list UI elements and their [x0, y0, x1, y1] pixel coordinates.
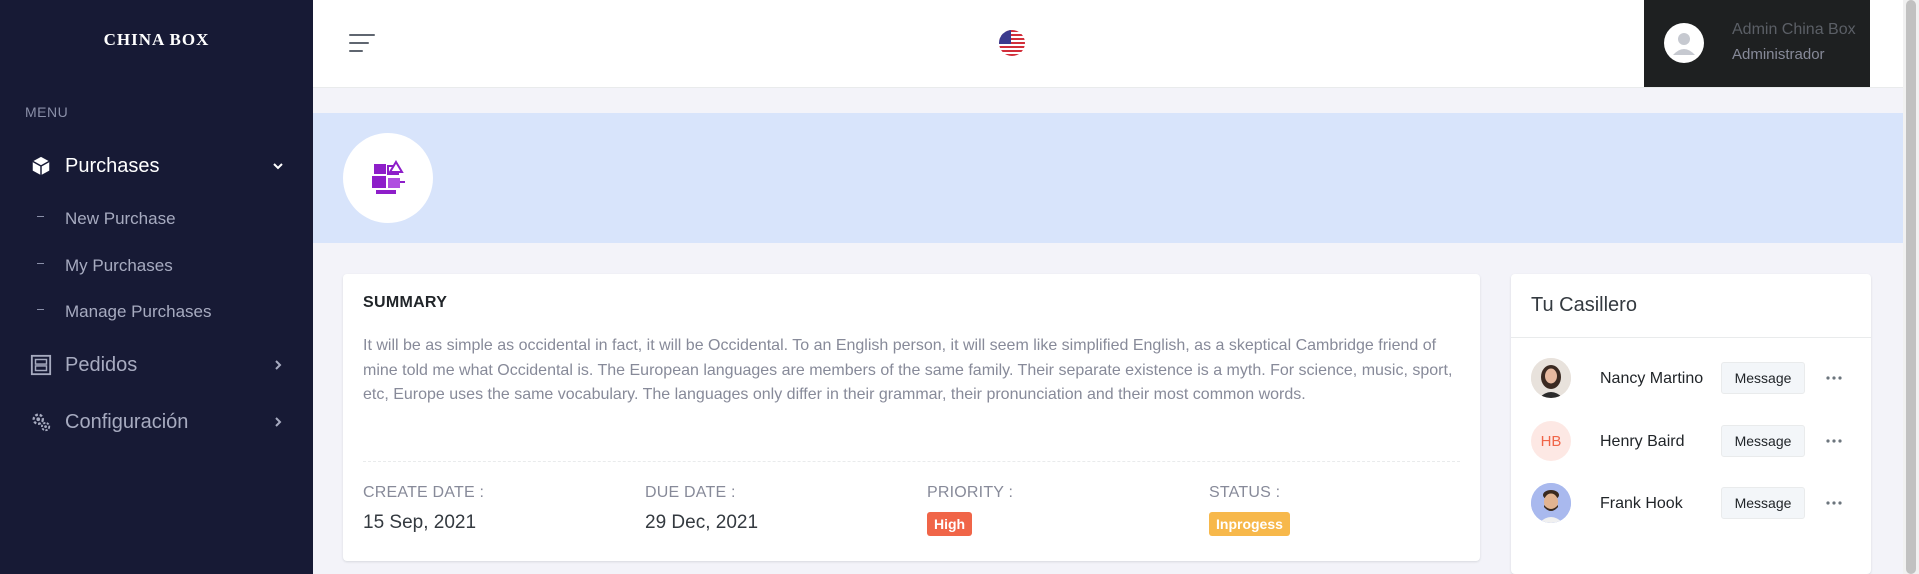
- sidebar-subitem-label: New Purchase: [65, 209, 176, 228]
- brand-logo[interactable]: CHINA BOX: [0, 30, 313, 50]
- create-date-value: 15 Sep, 2021: [363, 512, 477, 533]
- project-banner: [313, 113, 1903, 243]
- hamburger-menu-icon[interactable]: [349, 33, 375, 55]
- summary-text: It will be as simple as occidental in fa…: [363, 337, 1453, 403]
- member-avatar: HB: [1531, 421, 1571, 461]
- create-date: CREATE DATE : 15 Sep, 2021: [363, 484, 484, 534]
- sidebar-subitem-my-purchases[interactable]: My Purchases: [0, 251, 313, 281]
- priority-badge: High: [927, 512, 973, 536]
- casillero-title: Tu Casillero: [1531, 294, 1637, 316]
- priority-label: PRIORITY :: [927, 484, 1014, 501]
- chevron-right-icon: [271, 358, 285, 372]
- sidebar-subitem-manage-purchases[interactable]: Manage Purchases: [0, 297, 313, 327]
- due-date: DUE DATE : 29 Dec, 2021: [645, 484, 758, 534]
- dash-icon: [37, 216, 44, 217]
- status: STATUS : Inprogess: [1209, 484, 1290, 536]
- create-date-label: CREATE DATE :: [363, 484, 485, 501]
- member-name: Nancy Martino: [1600, 370, 1704, 387]
- sidebar-item-configuracion[interactable]: Configuración: [0, 402, 313, 442]
- topbar: Admin China Box Administrador: [313, 0, 1903, 88]
- more-horizontal-icon[interactable]: [1821, 366, 1847, 390]
- sidebar-item-label: Configuración: [65, 410, 189, 433]
- dash-icon: [37, 263, 44, 264]
- user-avatar: [1664, 23, 1704, 63]
- member-avatar: [1531, 358, 1571, 398]
- cube-icon: [30, 155, 52, 177]
- member-row: HB Henry Baird Message: [1531, 421, 1856, 463]
- message-button[interactable]: Message: [1721, 487, 1805, 519]
- sidebar-subitem-new-purchase[interactable]: New Purchase: [0, 204, 313, 234]
- user-name: Admin China Box: [1732, 21, 1856, 38]
- vertical-scrollbar[interactable]: [1903, 0, 1919, 574]
- summary-card: SUMMARY It will be as simple as occident…: [343, 274, 1480, 561]
- due-date-value: 29 Dec, 2021: [645, 512, 759, 533]
- summary-title: SUMMARY: [363, 294, 448, 311]
- message-button[interactable]: Message: [1721, 425, 1805, 457]
- member-row: Nancy Martino Message: [1531, 358, 1856, 400]
- sidebar-subitem-label: Manage Purchases: [65, 302, 212, 321]
- cogs-icon: [30, 411, 52, 433]
- status-label: STATUS :: [1209, 484, 1281, 501]
- sidebar-item-label: Pedidos: [65, 353, 138, 376]
- casillero-card: Tu Casillero Nancy Martino Message HB He…: [1511, 274, 1871, 574]
- more-horizontal-icon[interactable]: [1821, 491, 1847, 515]
- member-initials: HB: [1540, 432, 1562, 450]
- menu-title: MENU: [25, 104, 69, 120]
- priority: PRIORITY : High: [927, 484, 1013, 536]
- divider: [1511, 337, 1871, 338]
- sidebar-subitem-label: My Purchases: [65, 256, 173, 275]
- sidebar: CHINA BOX MENU Purchases New Purchase My…: [0, 0, 313, 574]
- project-avatar: [343, 133, 433, 223]
- member-name: Henry Baird: [1600, 433, 1685, 450]
- status-badge: Inprogess: [1209, 512, 1290, 536]
- member-row: Frank Hook Message: [1531, 483, 1856, 525]
- us-flag-icon[interactable]: [999, 30, 1025, 56]
- list-box-icon: [30, 354, 52, 376]
- user-dropdown[interactable]: Admin China Box Administrador: [1644, 0, 1870, 87]
- scrollbar-thumb[interactable]: [1906, 0, 1916, 574]
- user-role: Administrador: [1732, 46, 1825, 63]
- message-button[interactable]: Message: [1721, 362, 1805, 394]
- dash-icon: [37, 309, 44, 310]
- member-avatar: [1531, 483, 1571, 523]
- sidebar-item-purchases[interactable]: Purchases: [0, 146, 313, 186]
- sidebar-item-pedidos[interactable]: Pedidos: [0, 345, 313, 385]
- sidebar-item-label: Purchases: [65, 154, 160, 177]
- chevron-down-icon: [271, 159, 285, 173]
- more-horizontal-icon[interactable]: [1821, 429, 1847, 453]
- due-date-label: DUE DATE :: [645, 484, 736, 501]
- member-name: Frank Hook: [1600, 495, 1683, 512]
- chevron-right-icon: [271, 415, 285, 429]
- project-logo-icon: [372, 160, 405, 194]
- divider: [363, 461, 1460, 462]
